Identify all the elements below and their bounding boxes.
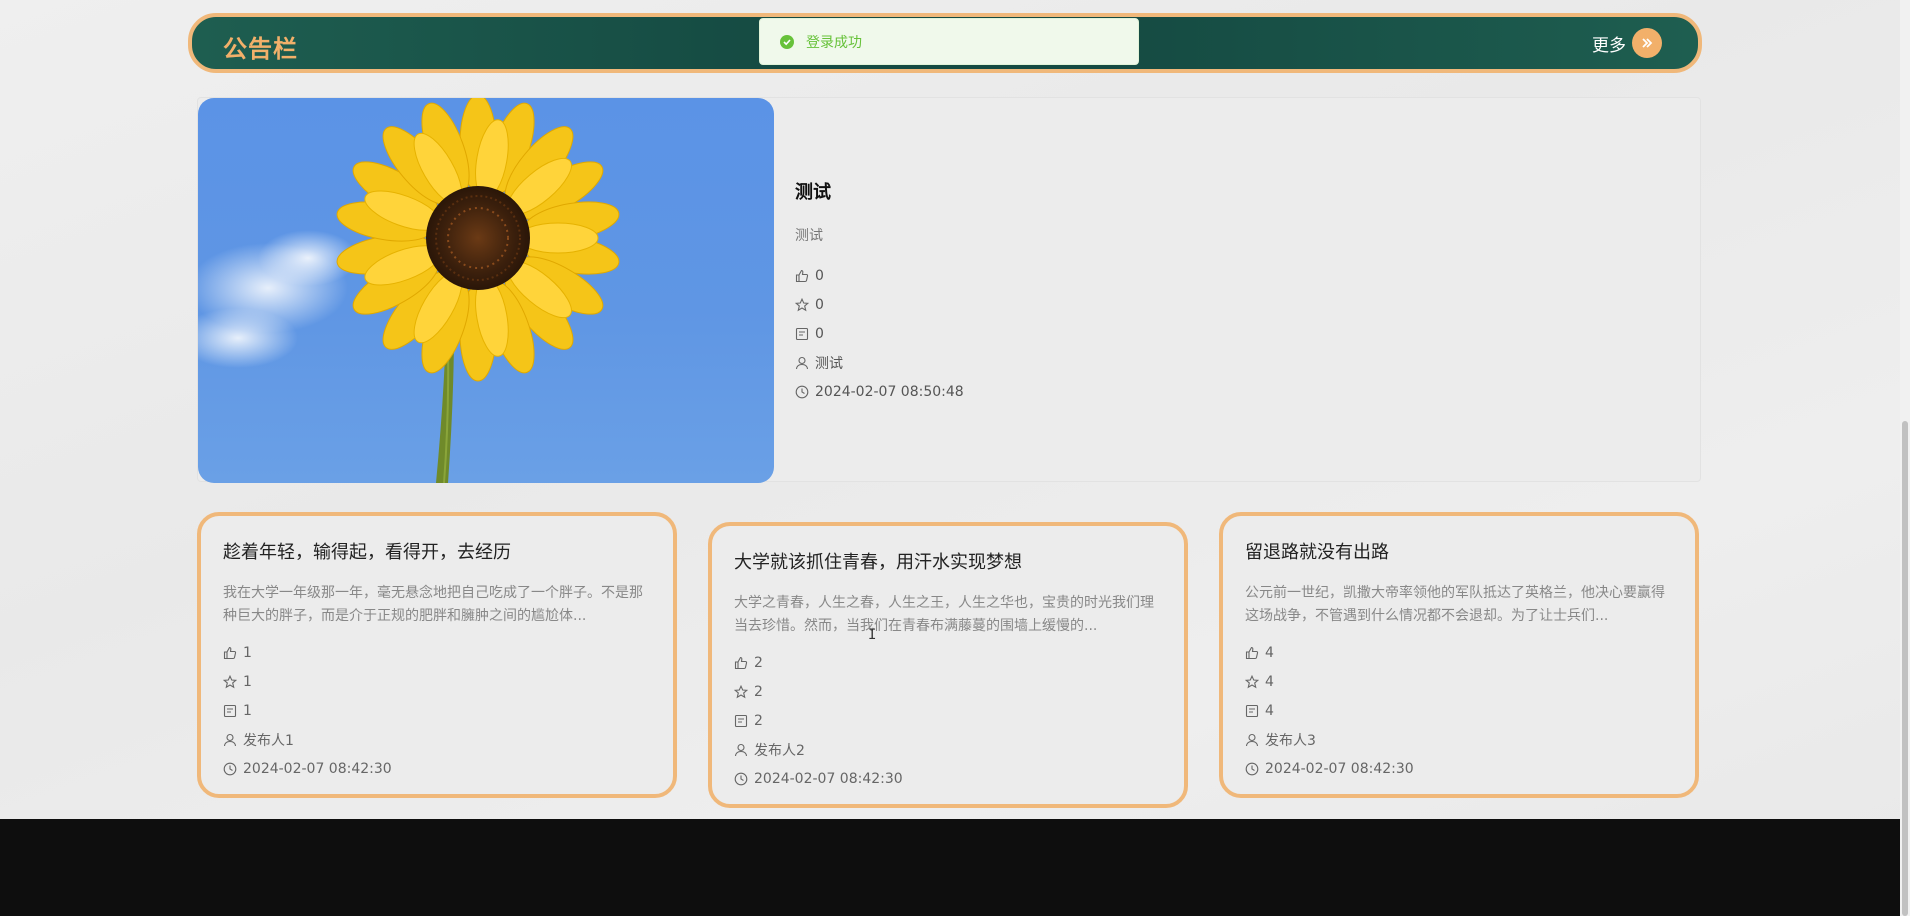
clock-icon (795, 385, 809, 398)
notice-title: 公告栏 (223, 35, 298, 63)
card-comments-count: 4 (1265, 702, 1274, 719)
user-icon (223, 733, 237, 746)
card-favorites: 4 (1245, 667, 1673, 696)
sunflower-image (198, 98, 620, 483)
card-likes-count: 4 (1265, 644, 1274, 661)
card-favorites: 2 (734, 677, 1162, 706)
comment-icon (795, 327, 809, 340)
card-likes: 4 (1245, 638, 1673, 667)
card-favorites: 1 (223, 667, 651, 696)
card-comments: 4 (1245, 696, 1673, 725)
card-description: 大学之青春，人生之春，人生之王，人生之华也，宝贵的时光我们理当去珍惜。然而，当我… (734, 595, 1154, 634)
page: 公告栏 更多 登录成功 测试 测试 0 0 0 测试 2024-02-07 08… (0, 0, 1900, 916)
featured-info: 测试 测试 0 0 0 测试 2024-02-07 08:50:48 (795, 178, 964, 406)
featured-likes: 0 (795, 261, 964, 290)
double-chevron-right-icon (1632, 28, 1662, 58)
star-icon (223, 674, 237, 688)
card-title[interactable]: 大学就该抓住青春，用汗水实现梦想 (734, 548, 1162, 574)
card-likes: 2 (734, 648, 1162, 677)
comment-icon (223, 704, 237, 717)
star-icon (795, 297, 809, 311)
card-comments: 2 (734, 706, 1162, 735)
card-time-value: 2024-02-07 08:42:30 (1265, 760, 1414, 777)
thumbs-up-icon (1245, 646, 1259, 659)
article-card[interactable]: 趁着年轻，输得起，看得开，去经历 我在大学一年级那一年，毫无悬念地把自己吃成了一… (197, 512, 677, 798)
user-icon (1245, 733, 1259, 746)
card-likes: 1 (223, 638, 651, 667)
card-title[interactable]: 趁着年轻，输得起，看得开，去经历 (223, 538, 651, 564)
thumbs-up-icon (795, 269, 809, 282)
star-icon (734, 684, 748, 698)
thumbs-up-icon (734, 656, 748, 669)
card-time: 2024-02-07 08:42:30 (1245, 754, 1673, 783)
card-author: 发布人1 (223, 725, 651, 754)
user-icon (795, 356, 809, 369)
notice-more-button[interactable]: 更多 (1592, 28, 1662, 58)
scrollbar-thumb[interactable] (1902, 421, 1908, 916)
featured-favorites-count: 0 (815, 296, 824, 313)
featured-image[interactable] (198, 98, 774, 483)
featured-time-value: 2024-02-07 08:50:48 (815, 383, 964, 400)
featured-item[interactable]: 测试 测试 0 0 0 测试 2024-02-07 08:50:48 (197, 97, 1701, 483)
article-card[interactable]: 留退路就没有出路 公元前一世纪，凯撒大帝率领他的军队抵达了英格兰，他决心要赢得这… (1219, 512, 1699, 798)
featured-likes-count: 0 (815, 267, 824, 284)
featured-author: 测试 (795, 348, 964, 377)
featured-title[interactable]: 测试 (795, 178, 964, 204)
card-favorites-count: 2 (754, 683, 763, 700)
card-comments: 1 (223, 696, 651, 725)
card-likes-count: 1 (243, 644, 252, 661)
card-comments-count: 1 (243, 702, 252, 719)
success-toast: 登录成功 (759, 18, 1139, 65)
star-icon (1245, 674, 1259, 688)
text-cursor-icon: I (868, 627, 877, 643)
card-likes-count: 2 (754, 654, 763, 671)
article-card[interactable]: 大学就该抓住青春，用汗水实现梦想 大学之青春，人生之春，人生之王，人生之华也，宝… (708, 522, 1188, 808)
comment-icon (734, 714, 748, 727)
card-time: 2024-02-07 08:42:30 (734, 764, 1162, 793)
clock-icon (223, 762, 237, 775)
featured-subtitle: 测试 (795, 228, 823, 244)
card-author-name: 发布人1 (243, 732, 294, 749)
card-time-value: 2024-02-07 08:42:30 (243, 760, 392, 777)
check-circle-icon (780, 34, 794, 49)
card-time: 2024-02-07 08:42:30 (223, 754, 651, 783)
toast-message: 登录成功 (806, 34, 862, 51)
card-author: 发布人3 (1245, 725, 1673, 754)
card-author: 发布人2 (734, 735, 1162, 764)
featured-favorites: 0 (795, 290, 964, 319)
card-description: 我在大学一年级那一年，毫无悬念地把自己吃成了一个胖子。不是那种巨大的胖子，而是介… (223, 585, 643, 624)
card-author-name: 发布人3 (1265, 732, 1316, 749)
featured-time: 2024-02-07 08:50:48 (795, 377, 964, 406)
card-comments-count: 2 (754, 712, 763, 729)
featured-comments: 0 (795, 319, 964, 348)
clock-icon (1245, 762, 1259, 775)
thumbs-up-icon (223, 646, 237, 659)
page-scrollbar[interactable] (1900, 0, 1910, 916)
comment-icon (1245, 704, 1259, 717)
user-icon (734, 743, 748, 756)
footer (0, 819, 1900, 916)
card-favorites-count: 4 (1265, 673, 1274, 690)
featured-comments-count: 0 (815, 325, 824, 342)
featured-author-name: 测试 (815, 355, 843, 372)
card-time-value: 2024-02-07 08:42:30 (754, 770, 903, 787)
card-description: 公元前一世纪，凯撒大帝率领他的军队抵达了英格兰，他决心要赢得这场战争，不管遇到什… (1245, 585, 1665, 624)
clock-icon (734, 772, 748, 785)
card-favorites-count: 1 (243, 673, 252, 690)
card-title[interactable]: 留退路就没有出路 (1245, 538, 1673, 564)
card-author-name: 发布人2 (754, 742, 805, 759)
notice-more-label: 更多 (1592, 35, 1626, 56)
